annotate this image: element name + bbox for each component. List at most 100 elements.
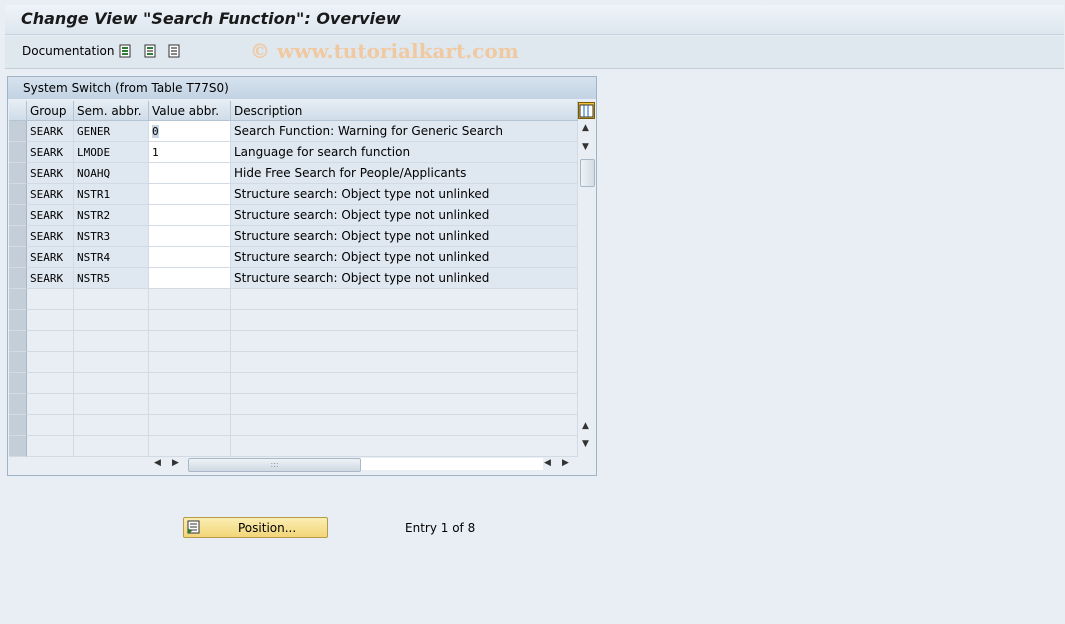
cell-description	[231, 331, 578, 352]
title-bar: Change View "Search Function": Overview	[5, 5, 1064, 35]
column-header-group[interactable]: Group	[27, 101, 74, 121]
cell-value-abbr	[149, 436, 231, 457]
application-toolbar: Documentation © www.tutorialkart.com	[5, 36, 1064, 69]
row-selector[interactable]	[9, 331, 27, 352]
horizontal-scrollbar[interactable]: ◀ ▶ ::: ◀ ▶	[148, 456, 578, 472]
table-settings-icon[interactable]	[578, 102, 595, 119]
cell-sem-abbr	[74, 415, 149, 436]
cell-description: Structure search: Object type not unlink…	[231, 268, 578, 289]
row-selector[interactable]	[9, 352, 27, 373]
cell-description: Language for search function	[231, 142, 578, 163]
row-selector[interactable]	[9, 226, 27, 247]
cell-description	[231, 352, 578, 373]
row-selector[interactable]	[9, 373, 27, 394]
position-icon	[187, 520, 200, 534]
cell-value-abbr	[149, 310, 231, 331]
cell-description: Structure search: Object type not unlink…	[231, 247, 578, 268]
cell-description: Structure search: Object type not unlink…	[231, 205, 578, 226]
cell-value-abbr[interactable]: 0	[149, 121, 231, 142]
row-selector[interactable]	[9, 163, 27, 184]
scroll-down-icon[interactable]: ▼	[582, 142, 589, 152]
cell-value-abbr[interactable]	[149, 268, 231, 289]
cell-description	[231, 415, 578, 436]
row-selector[interactable]	[9, 247, 27, 268]
cell-group	[27, 352, 74, 373]
column-header-description[interactable]: Description	[231, 101, 578, 121]
row-selector[interactable]	[9, 184, 27, 205]
cell-group: SEARK	[27, 268, 74, 289]
row-selector[interactable]	[9, 415, 27, 436]
table-panel: System Switch (from Table T77S0) Group S…	[7, 76, 597, 476]
cell-sem-abbr	[74, 436, 149, 457]
cell-group	[27, 394, 74, 415]
cell-value-abbr	[149, 394, 231, 415]
page-title: Change View "Search Function": Overview	[21, 9, 401, 28]
scroll-down-bottom-icon[interactable]: ▼	[582, 439, 589, 449]
cell-sem-abbr: NSTR2	[74, 205, 149, 226]
cell-group	[27, 436, 74, 457]
cell-group: SEARK	[27, 163, 74, 184]
select-block-icon[interactable]	[144, 44, 157, 58]
cell-value-abbr	[149, 289, 231, 310]
cell-sem-abbr: NSTR4	[74, 247, 149, 268]
select-all-icon[interactable]	[119, 44, 132, 58]
cell-description: Structure search: Object type not unlink…	[231, 226, 578, 247]
cell-description	[231, 373, 578, 394]
position-button-label: Position...	[238, 521, 297, 535]
scroll-right-icon[interactable]: ▶	[172, 458, 179, 468]
row-selector[interactable]	[9, 394, 27, 415]
deselect-all-icon[interactable]	[168, 44, 181, 58]
cell-sem-abbr: NSTR1	[74, 184, 149, 205]
cell-description	[231, 436, 578, 457]
scroll-left-end-icon[interactable]: ◀	[544, 458, 551, 468]
vertical-scroll-thumb[interactable]	[580, 159, 595, 187]
row-selector[interactable]	[9, 121, 27, 142]
cell-description	[231, 394, 578, 415]
vertical-scrollbar[interactable]: ▲ ▼ ▲ ▼	[578, 121, 596, 457]
scroll-right-end-icon[interactable]: ▶	[562, 458, 569, 468]
row-selector[interactable]	[9, 142, 27, 163]
column-header-sem-abbr[interactable]: Sem. abbr.	[74, 101, 149, 121]
cell-group: SEARK	[27, 142, 74, 163]
cell-description: Hide Free Search for People/Applicants	[231, 163, 578, 184]
cell-sem-abbr: NSTR3	[74, 226, 149, 247]
entry-counter: Entry 1 of 8	[405, 521, 476, 535]
cell-group: SEARK	[27, 121, 74, 142]
row-selector[interactable]	[9, 310, 27, 331]
cell-group: SEARK	[27, 247, 74, 268]
panel-title: System Switch (from Table T77S0)	[8, 77, 596, 99]
cell-value-abbr[interactable]	[149, 205, 231, 226]
cell-group	[27, 373, 74, 394]
cell-sem-abbr: NSTR5	[74, 268, 149, 289]
row-selector[interactable]	[9, 289, 27, 310]
scroll-up-bottom-icon[interactable]: ▲	[582, 421, 589, 431]
cell-sem-abbr	[74, 394, 149, 415]
position-button[interactable]: Position...	[183, 517, 328, 538]
cell-sem-abbr: LMODE	[74, 142, 149, 163]
select-all-header[interactable]	[9, 101, 27, 121]
cell-sem-abbr: NOAHQ	[74, 163, 149, 184]
cell-value-abbr	[149, 415, 231, 436]
cell-sem-abbr	[74, 310, 149, 331]
cell-value-abbr[interactable]	[149, 247, 231, 268]
cell-group: SEARK	[27, 205, 74, 226]
cell-value-abbr[interactable]	[149, 184, 231, 205]
cell-group	[27, 310, 74, 331]
cell-group: SEARK	[27, 226, 74, 247]
row-selector[interactable]	[9, 436, 27, 457]
documentation-button[interactable]: Documentation	[22, 44, 115, 58]
row-selector[interactable]	[9, 205, 27, 226]
cell-value-abbr[interactable]	[149, 226, 231, 247]
cell-value-abbr	[149, 352, 231, 373]
cell-value-abbr[interactable]: 1	[149, 142, 231, 163]
column-header-value-abbr[interactable]: Value abbr.	[149, 101, 231, 121]
scroll-up-icon[interactable]: ▲	[582, 123, 589, 133]
scroll-left-icon[interactable]: ◀	[154, 458, 161, 468]
cell-value-abbr[interactable]	[149, 163, 231, 184]
cell-sem-abbr: GENER	[74, 121, 149, 142]
cell-sem-abbr	[74, 352, 149, 373]
cell-description: Structure search: Object type not unlink…	[231, 184, 578, 205]
horizontal-scroll-thumb[interactable]: :::	[188, 458, 361, 472]
panel-title-text: System Switch (from Table T77S0)	[23, 81, 229, 95]
row-selector[interactable]	[9, 268, 27, 289]
